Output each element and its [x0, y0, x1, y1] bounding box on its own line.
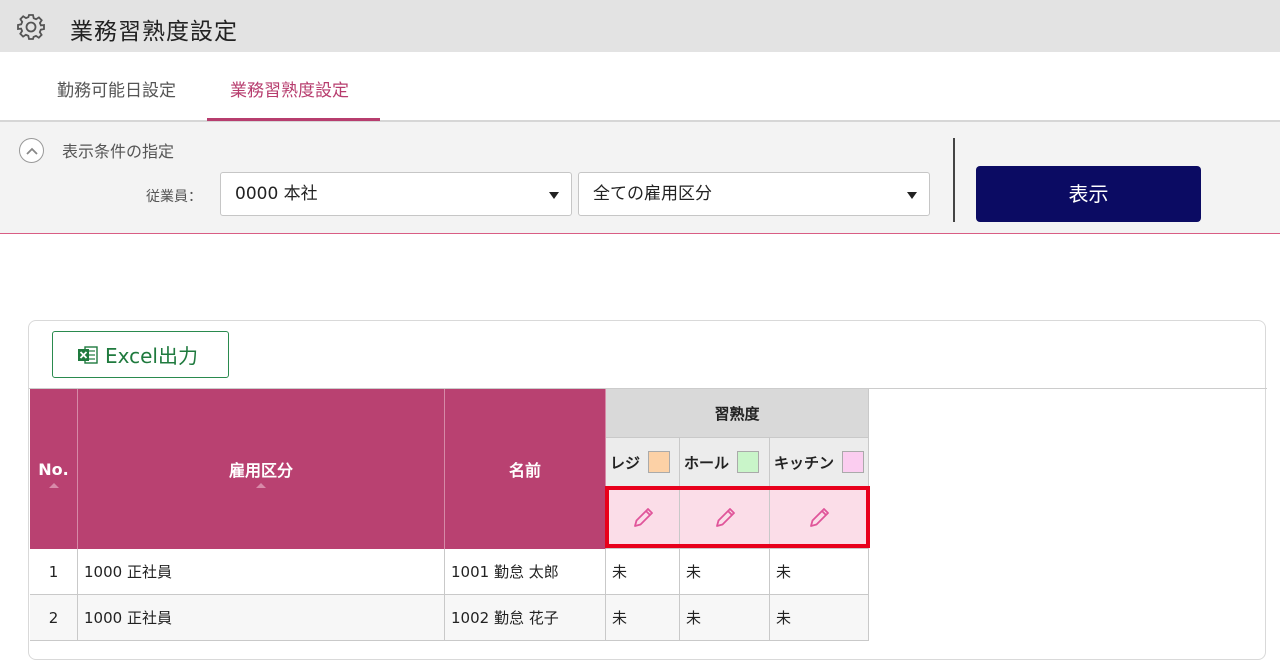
excel-icon [78, 345, 98, 364]
table-cell-level[interactable]: 未 [770, 549, 869, 595]
dropdown-arrow-icon [907, 192, 917, 199]
skill-header-hall: ホール [680, 438, 770, 487]
tab-bar: 勤務可能日設定 業務習熟度設定 [0, 52, 1280, 122]
gear-icon [17, 14, 45, 40]
table-cell-level[interactable]: 未 [680, 549, 770, 595]
skill-label: レジ [610, 453, 641, 472]
chevron-up-icon [25, 147, 38, 155]
col-header-name[interactable]: 名前 [445, 389, 606, 549]
page-title: 業務習熟度設定 [70, 19, 238, 45]
excel-export-button[interactable]: Excel出力 [52, 331, 229, 378]
col-header-employment-label: 雇用区分 [228, 461, 293, 480]
table-cell-employment: 1000 正社員 [78, 595, 445, 641]
table-cell-name: 1001 勤怠 太郎 [445, 549, 606, 595]
table-cell-level[interactable]: 未 [680, 595, 770, 641]
employee-label: 従業員： [146, 189, 202, 205]
active-tab-indicator [207, 118, 380, 121]
employment-type-select[interactable]: 全ての雇用区分 [578, 172, 930, 216]
show-button[interactable]: 表示 [976, 166, 1201, 222]
col-header-no-label: No. [38, 459, 69, 479]
col-header-no[interactable]: No. [30, 389, 78, 549]
col-header-employment[interactable]: 雇用区分 [78, 389, 445, 549]
skill-label: ホール [684, 453, 730, 472]
sort-icon [256, 483, 266, 488]
title-bar: 業務習熟度設定 [0, 0, 1280, 52]
skill-color-swatch [737, 451, 760, 473]
dropdown-arrow-icon [549, 192, 559, 199]
table-cell-employment: 1000 正社員 [78, 549, 445, 595]
tab-proficiency[interactable]: 業務習熟度設定 [230, 76, 349, 101]
excel-export-label: Excel出力 [105, 344, 198, 368]
sort-icon [49, 483, 59, 488]
skill-label: キッチン [774, 453, 835, 472]
table-cell-level[interactable]: 未 [606, 549, 680, 595]
table-cell-no: 2 [30, 595, 78, 641]
filter-panel: 表示条件の指定 従業員： 0000 本社 全ての雇用区分 表示 [0, 122, 1280, 234]
table-cell-level[interactable]: 未 [770, 595, 869, 641]
skill-header-kitchen: キッチン [770, 438, 869, 487]
table-cell-level[interactable]: 未 [606, 595, 680, 641]
table-cell-no: 1 [30, 549, 78, 595]
skill-color-swatch [842, 451, 865, 473]
col-header-proficiency: 習熟度 [606, 389, 869, 438]
tab-available-days[interactable]: 勤務可能日設定 [57, 76, 176, 101]
highlight-box [605, 486, 870, 548]
divider [953, 138, 955, 222]
filter-heading: 表示条件の指定 [62, 142, 175, 161]
employee-select-value: 0000 本社 [235, 184, 318, 204]
employment-type-select-value: 全ての雇用区分 [593, 184, 712, 204]
employee-select[interactable]: 0000 本社 [220, 172, 572, 216]
col-header-proficiency-label: 習熟度 [714, 404, 760, 423]
skill-header-register: レジ [606, 438, 680, 487]
collapse-button[interactable] [19, 138, 44, 163]
table-cell-name: 1002 勤怠 花子 [445, 595, 606, 641]
col-header-name-label: 名前 [508, 461, 541, 480]
skill-color-swatch [648, 451, 671, 473]
